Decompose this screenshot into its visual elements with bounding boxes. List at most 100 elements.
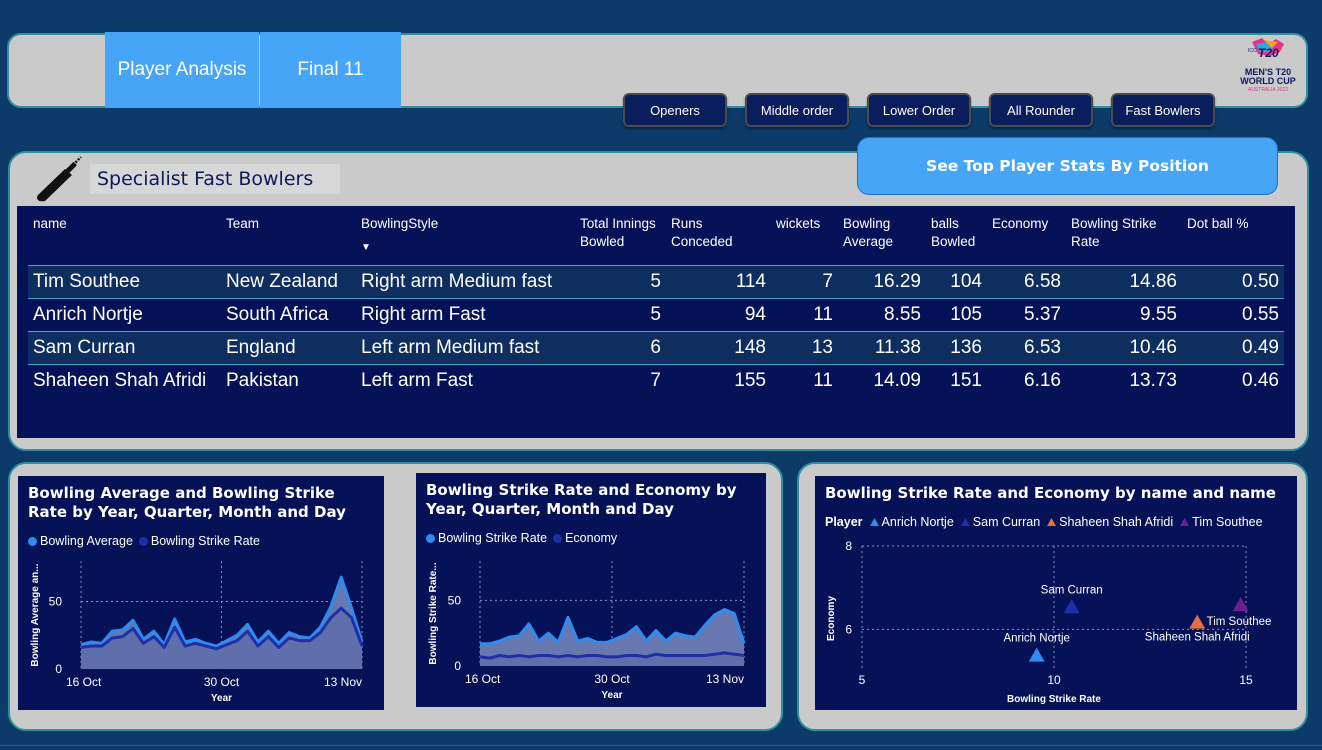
x-tick-label: 5: [859, 673, 866, 687]
lower-order-button[interactable]: Lower Order: [867, 93, 971, 127]
table-cell: 8.55: [838, 297, 926, 331]
table-cell: 155: [666, 363, 771, 397]
y-tick-label: 50: [448, 593, 462, 607]
table-cell: Anrich Nortje: [28, 297, 221, 331]
bowlers-table: name Team BowlingStyle ▼ Total Innings Bo…: [28, 213, 1284, 397]
y-tick-label: 0: [454, 659, 461, 673]
x-tick-label: 16 Oct: [66, 675, 102, 689]
col-header-wickets[interactable]: wickets: [771, 213, 838, 265]
col-header-strike-rate[interactable]: Bowling Strike Rate: [1066, 213, 1182, 265]
point-label: Anrich Nortje: [1003, 633, 1069, 645]
table-cell: 5.37: [987, 297, 1066, 331]
table-cell: 9.55: [1066, 297, 1182, 331]
table-cell: 5: [575, 297, 666, 331]
table-cell: Sam Curran: [28, 330, 221, 364]
x-tick-label: 13 Nov: [324, 675, 362, 689]
table-cell: Left arm Medium fast: [356, 330, 575, 364]
table-cell: 6.53: [987, 330, 1066, 364]
y-tick-label: 0: [55, 662, 62, 676]
chart1-plot: 0 50 16 Oct 30 Oct 13 Nov Year Bowling Average…: [30, 561, 364, 704]
table-cell: South Africa: [221, 297, 356, 331]
table-cell: Tim Southee: [28, 264, 221, 298]
table-cell: 148: [666, 330, 771, 364]
logo-t20-text: T20: [1258, 46, 1279, 60]
y-tick-label: 50: [49, 595, 63, 609]
bowlers-table-container: name Team BowlingStyle ▼ Total Innings Bo…: [17, 206, 1295, 438]
col-header-economy[interactable]: Economy: [987, 213, 1066, 265]
col-header-runs-conceded[interactable]: Runs Conceded: [666, 213, 771, 265]
col-header-dot-ball[interactable]: Dot ball %: [1182, 213, 1284, 265]
table-cell: 6: [575, 330, 666, 364]
table-cell: 136: [926, 330, 987, 364]
table-cell: 10.46: [1066, 330, 1182, 364]
y-tick-label: 8: [845, 539, 852, 553]
x-tick-label: 13 Nov: [706, 672, 744, 686]
y-axis-label: Bowling Strike Rate...: [428, 562, 439, 664]
scatter-point: [1028, 647, 1045, 662]
all-rounder-button[interactable]: All Rounder: [989, 93, 1093, 127]
logo-line3: AUSTRALIA 2022: [1248, 87, 1288, 93]
table-cell: 11.38: [838, 330, 926, 364]
x-tick-label: 15: [1239, 673, 1253, 687]
table-header-row: name Team BowlingStyle ▼ Total Innings Bo…: [28, 213, 1284, 265]
chart2-plot: 0 50 16 Oct 30 Oct 13 Nov Year Bowling Strike …: [428, 561, 746, 701]
openers-button[interactable]: Openers: [623, 93, 727, 127]
page-tab-strip: [0, 745, 1322, 750]
col-header-total-innings[interactable]: Total Innings Bowled: [575, 213, 666, 265]
table-cell: 114: [666, 264, 771, 298]
scatter-chart: Bowling Strike Rate and Economy by name …: [815, 476, 1297, 710]
y-axis-label: Economy: [826, 596, 837, 641]
logo-icc-text: ICC: [1248, 48, 1257, 54]
sort-desc-icon: ▼: [361, 242, 371, 253]
table-cell: 7: [575, 363, 666, 397]
scatter-point: [1232, 597, 1249, 612]
table-cell: 13: [771, 330, 838, 364]
table-row[interactable]: Sam Curran England Left arm Medium fast 6 14…: [28, 330, 1284, 364]
avg-strike-rate-chart: Bowling Average and Bowling Strike Rate …: [18, 476, 384, 710]
table-cell: 0.55: [1182, 297, 1284, 331]
x-tick-label: 30 Oct: [204, 675, 240, 689]
chart3-plot: 6 8 5 10 15 Bowling Strike Rate Economy Anrich …: [826, 539, 1272, 705]
table-cell: 0.49: [1182, 330, 1284, 364]
top-player-stats-button[interactable]: See Top Player Stats By Position: [857, 137, 1278, 195]
y-axis-label: Bowling Average an...: [30, 563, 41, 666]
table-cell: 105: [926, 297, 987, 331]
x-tick-label: 30 Oct: [594, 672, 630, 686]
table-cell: 16.29: [838, 264, 926, 298]
table-cell: 94: [666, 297, 771, 331]
col-header-name[interactable]: name: [28, 213, 221, 265]
middle-order-button[interactable]: Middle order: [745, 93, 849, 127]
table-cell: 5: [575, 264, 666, 298]
table-row[interactable]: Tim Southee New Zealand Right arm Medium f…: [28, 264, 1284, 298]
scatter-point: [1063, 599, 1080, 614]
point-label: Shaheen Shah Afridi: [1145, 632, 1250, 644]
point-label: Tim Southee: [1207, 616, 1272, 628]
table-cell: Shaheen Shah Afridi: [28, 363, 221, 397]
x-axis-label: Year: [601, 690, 622, 701]
x-tick-label: 10: [1047, 673, 1061, 687]
col-header-team[interactable]: Team: [221, 213, 356, 265]
fast-bowlers-button[interactable]: Fast Bowlers: [1111, 93, 1215, 127]
col-header-bowling-average[interactable]: Bowling Average: [838, 213, 926, 265]
table-row[interactable]: Shaheen Shah Afridi Pakistan Left arm Fast…: [28, 363, 1284, 397]
col-header-balls-bowled[interactable]: balls Bowled: [926, 213, 987, 265]
table-cell: 11: [771, 297, 838, 331]
table-cell: 14.86: [1066, 264, 1182, 298]
tab-final-11[interactable]: Final 11: [260, 32, 401, 108]
table-cell: 104: [926, 264, 987, 298]
table-cell: New Zealand: [221, 264, 356, 298]
cricket-bat-icon: [37, 156, 82, 202]
logo-line2: WORLD CUP: [1240, 76, 1296, 86]
section-title: Specialist Fast Bowlers: [90, 164, 340, 194]
table-row[interactable]: Anrich Nortje South Africa Right arm Fast 5…: [28, 297, 1284, 331]
col-header-bowling-style[interactable]: BowlingStyle ▼: [356, 213, 575, 265]
table-cell: 7: [771, 264, 838, 298]
x-axis-label: Bowling Strike Rate: [1007, 694, 1101, 705]
tab-player-analysis[interactable]: Player Analysis: [105, 32, 259, 108]
table-cell: 11: [771, 363, 838, 397]
table-cell: England: [221, 330, 356, 364]
strike-rate-economy-chart: Bowling Strike Rate and Economy by Year,…: [416, 473, 766, 707]
table-cell: 0.46: [1182, 363, 1284, 397]
x-axis-label: Year: [211, 693, 232, 704]
table-cell: 0.50: [1182, 264, 1284, 298]
